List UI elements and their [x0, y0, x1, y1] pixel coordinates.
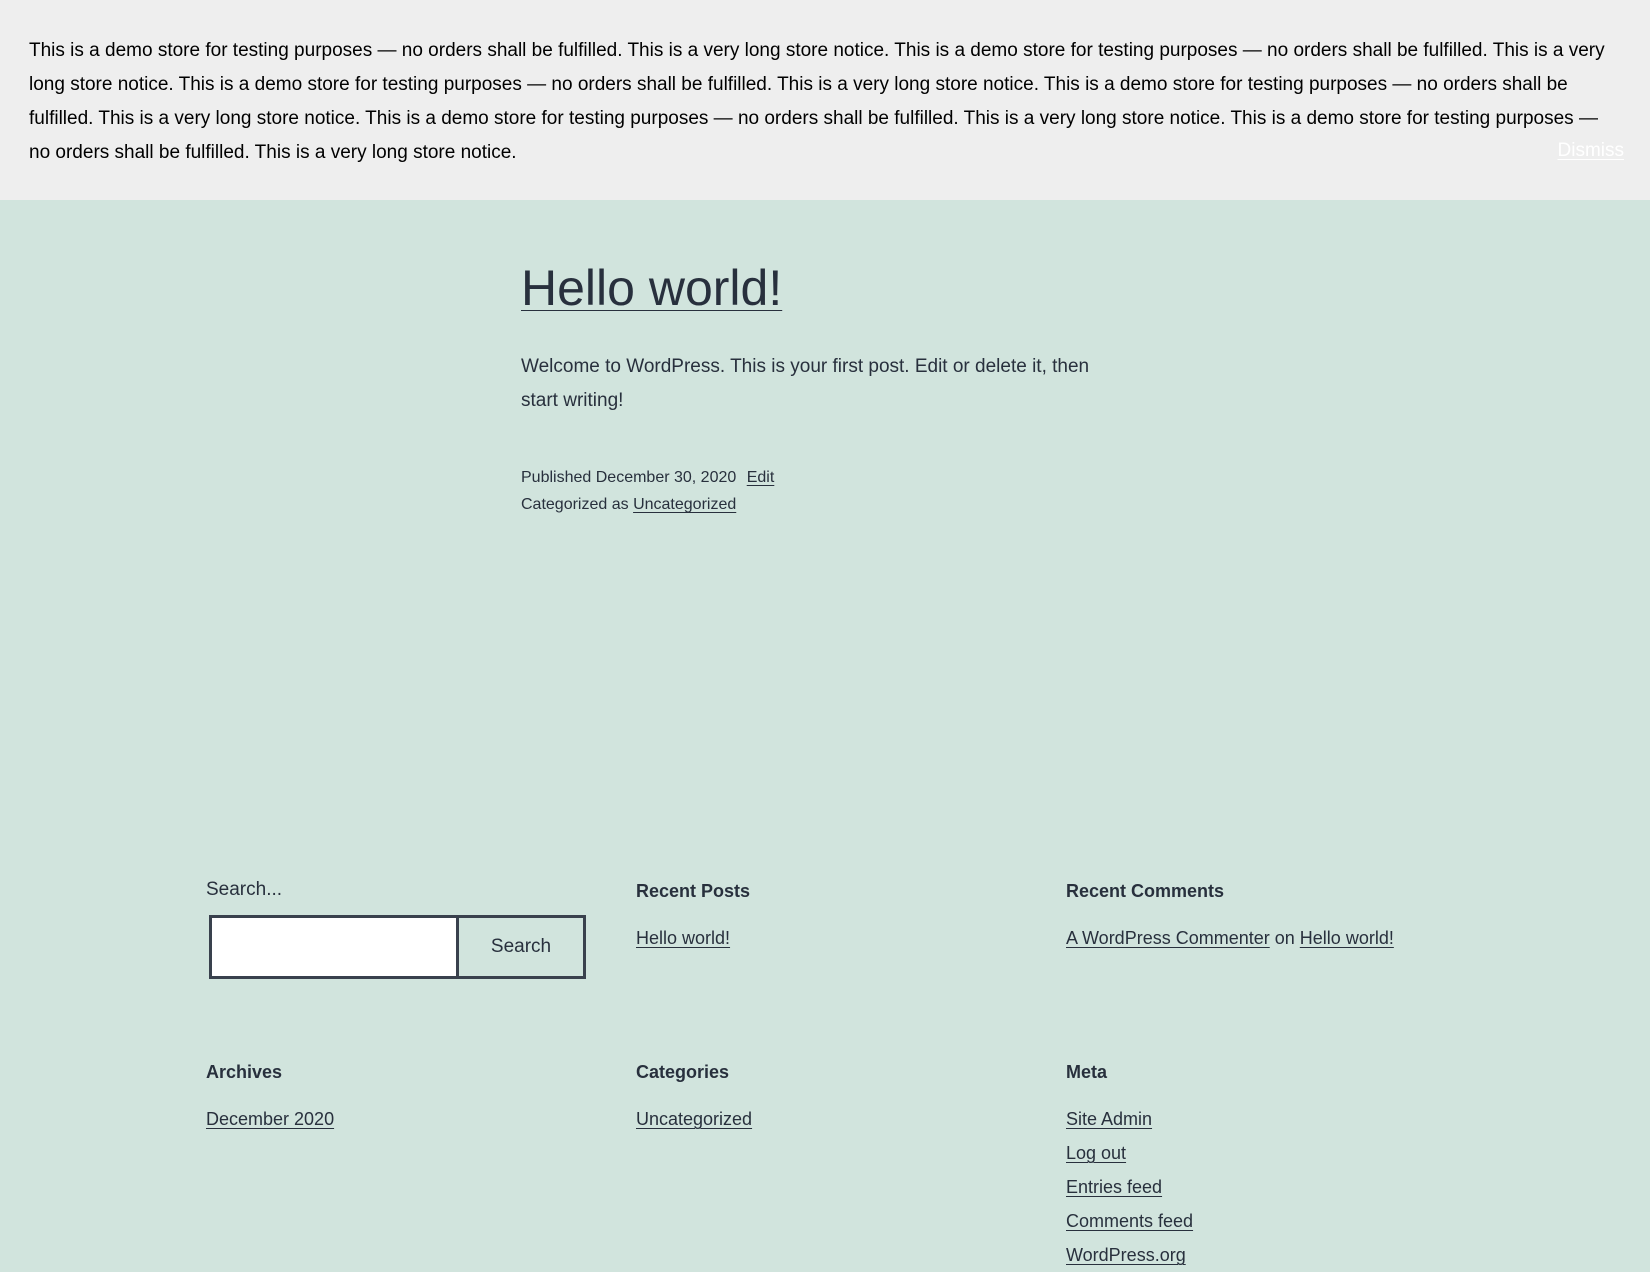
recent-comments-widget: Recent Comments A WordPress Commenter on…: [1066, 877, 1446, 955]
list-item: A WordPress Commenter on Hello world!: [1066, 921, 1446, 955]
search-widget: Search... Search: [206, 875, 586, 979]
meta-wordpress-org-link[interactable]: WordPress.org: [1066, 1245, 1186, 1265]
post: Hello world! Welcome to WordPress. This …: [521, 250, 1121, 518]
search-button[interactable]: Search: [459, 915, 586, 979]
published-prefix: Published: [521, 469, 592, 486]
search-form: Search: [209, 915, 586, 979]
recent-posts-list: Hello world!: [636, 921, 1016, 955]
comment-post-link[interactable]: Hello world!: [1300, 928, 1394, 948]
dismiss-link[interactable]: Dismiss: [1558, 136, 1625, 166]
categories-widget: Categories Uncategorized: [636, 1058, 1016, 1136]
list-item: December 2020: [206, 1102, 586, 1136]
list-item: Comments feed: [1066, 1204, 1446, 1238]
post-category-line: Categorized as Uncategorized: [521, 491, 1121, 518]
recent-comments-list: A WordPress Commenter on Hello world!: [1066, 921, 1446, 955]
meta-log-out-link[interactable]: Log out: [1066, 1143, 1126, 1163]
meta-widget: Meta Site Admin Log out Entries feed Com…: [1066, 1058, 1446, 1272]
post-published-line: Published December 30, 2020 Edit: [521, 464, 1121, 491]
recent-posts-title: Recent Posts: [636, 881, 751, 901]
recent-comments-title: Recent Comments: [1066, 881, 1225, 901]
archive-link[interactable]: December 2020: [206, 1109, 334, 1129]
archives-title: Archives: [206, 1062, 283, 1082]
archives-widget: Archives December 2020: [206, 1058, 586, 1136]
list-item: Log out: [1066, 1136, 1446, 1170]
post-excerpt: Welcome to WordPress. This is your first…: [521, 356, 1090, 411]
post-title: Hello world!: [521, 250, 1121, 326]
comment-on-text: on: [1274, 928, 1295, 948]
list-item: Site Admin: [1066, 1102, 1446, 1136]
post-meta: Published December 30, 2020 Edit Categor…: [521, 464, 1121, 518]
meta-title: Meta: [1066, 1062, 1108, 1082]
category-link[interactable]: Uncategorized: [636, 1109, 752, 1129]
categories-list: Uncategorized: [636, 1102, 1016, 1136]
search-input[interactable]: [209, 915, 459, 979]
search-label: Search...: [206, 879, 283, 900]
meta-entries-feed-link[interactable]: Entries feed: [1066, 1177, 1162, 1197]
list-item: Hello world!: [636, 921, 1016, 955]
archives-list: December 2020: [206, 1102, 586, 1136]
recent-post-link[interactable]: Hello world!: [636, 928, 730, 948]
list-item: WordPress.org: [1066, 1238, 1446, 1272]
post-title-link[interactable]: Hello world!: [521, 260, 782, 316]
list-item: Uncategorized: [636, 1102, 1016, 1136]
recent-posts-widget: Recent Posts Hello world!: [636, 877, 1016, 955]
post-category-link[interactable]: Uncategorized: [633, 496, 736, 513]
categorized-prefix: Categorized as: [521, 496, 629, 513]
meta-site-admin-link[interactable]: Site Admin: [1066, 1109, 1152, 1129]
store-notice-text: This is a demo store for testing purpose…: [29, 40, 1605, 163]
categories-title: Categories: [636, 1062, 730, 1082]
list-item: Entries feed: [1066, 1170, 1446, 1204]
store-notice: This is a demo store for testing purpose…: [0, 0, 1650, 200]
meta-list: Site Admin Log out Entries feed Comments…: [1066, 1102, 1446, 1272]
published-date: December 30, 2020: [595, 469, 737, 486]
meta-comments-feed-link[interactable]: Comments feed: [1066, 1211, 1193, 1231]
edit-post-link[interactable]: Edit: [747, 469, 775, 486]
comment-author-link[interactable]: A WordPress Commenter: [1066, 928, 1270, 948]
